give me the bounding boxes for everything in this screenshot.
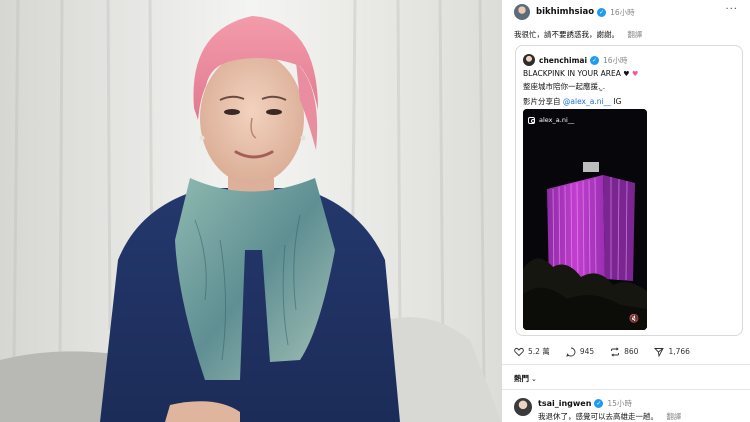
- comment-count: 945: [579, 347, 595, 356]
- post-time: 16小時: [610, 7, 635, 17]
- author-username[interactable]: bikhimhsiao: [536, 7, 594, 17]
- post-text: 我很忙，請不要誘惑我，謝謝。: [514, 30, 619, 39]
- quoted-line-3-prefix: 影片分享自: [523, 97, 561, 106]
- video-player[interactable]: alex_a.ni__ 🔇: [523, 109, 647, 330]
- repost-button[interactable]: 860: [610, 346, 639, 357]
- quoted-line-2: 整座城市陪你一起應援. ̫.: [523, 82, 606, 91]
- quoted-line-3-suffix: IG: [613, 97, 622, 106]
- black-heart-icon: ♥: [623, 70, 630, 78]
- like-button[interactable]: 5.2 萬: [514, 346, 550, 357]
- night-building-frame: [523, 109, 647, 330]
- portrait-illustration: [0, 0, 502, 422]
- instagram-icon: [528, 116, 535, 124]
- divider: [502, 389, 750, 390]
- heart-icon: [514, 347, 524, 356]
- threads-feed: bikhimhsiao ✓ 16小時 ··· 我很忙，請不要誘惑我，謝謝。 翻譯…: [502, 0, 750, 422]
- verified-badge-icon: ✓: [590, 55, 600, 65]
- post-header: bikhimhsiao ✓ 16小時: [514, 4, 635, 20]
- verified-badge-icon: ✓: [594, 399, 604, 408]
- reply-body: 我退休了，感覺可以去高雄走一趟。 翻譯: [538, 411, 681, 422]
- reply-header: tsai_ingwen ✓ 15小時: [538, 398, 632, 409]
- post-photo: [0, 0, 502, 422]
- reply-text: 我退休了，感覺可以去高雄走一趟。: [538, 412, 658, 421]
- repost-icon: [611, 346, 620, 357]
- sort-label: 熱門: [514, 374, 529, 383]
- reply-time: 15小時: [607, 399, 632, 408]
- quoted-post-header: chenchimai ✓ 16小時: [523, 54, 628, 66]
- reply-author-username[interactable]: tsai_ingwen: [538, 399, 591, 408]
- translate-link[interactable]: 翻譯: [627, 30, 642, 39]
- reply-item[interactable]: tsai_ingwen ✓ 15小時 我退休了，感覺可以去高雄走一趟。 翻譯: [514, 398, 681, 421]
- quoted-line-3: 影片分享自 @alex_a.ni__ IG: [523, 96, 621, 107]
- pink-heart-icon: ♥: [631, 70, 639, 78]
- more-dots-icon[interactable]: ···: [725, 4, 738, 15]
- sort-dropdown[interactable]: 熱門 ⌄: [514, 373, 537, 384]
- reply-author-avatar[interactable]: [514, 398, 532, 416]
- share-icon: [654, 347, 665, 357]
- share-count: 1,766: [668, 347, 690, 356]
- quoted-author-username[interactable]: chenchimai: [539, 56, 587, 65]
- video-source-handle: alex_a.ni__: [528, 116, 574, 124]
- chevron-down-icon: ⌄: [531, 375, 537, 383]
- author-avatar[interactable]: [514, 4, 530, 20]
- post-body: 我很忙，請不要誘惑我，謝謝。 翻譯: [514, 29, 642, 40]
- quoted-post-time: 16小時: [603, 55, 628, 65]
- quoted-post[interactable]: chenchimai ✓ 16小時 BLACKPINK IN YOUR AREA…: [515, 45, 743, 336]
- quoted-line-1: BLACKPINK IN YOUR AREA ♥ ♥: [523, 69, 638, 78]
- share-button[interactable]: 1,766: [654, 347, 690, 357]
- quoted-author-avatar[interactable]: [523, 54, 535, 66]
- video-handle-text: alex_a.ni__: [539, 116, 575, 124]
- comment-icon: [566, 347, 576, 357]
- repost-count: 860: [624, 347, 639, 356]
- comment-button[interactable]: 945: [566, 347, 594, 357]
- verified-badge-icon: ✓: [597, 7, 607, 17]
- quoted-line-1-text: BLACKPINK IN YOUR AREA: [523, 69, 621, 78]
- like-count: 5.2 萬: [528, 347, 550, 356]
- divider: [502, 364, 750, 365]
- reply-translate-link[interactable]: 翻譯: [666, 412, 681, 421]
- mute-icon[interactable]: 🔇: [629, 314, 639, 323]
- mention-link[interactable]: @alex_a.ni__: [563, 97, 611, 106]
- post-actions: 5.2 萬 945 860 1,766: [514, 346, 706, 357]
